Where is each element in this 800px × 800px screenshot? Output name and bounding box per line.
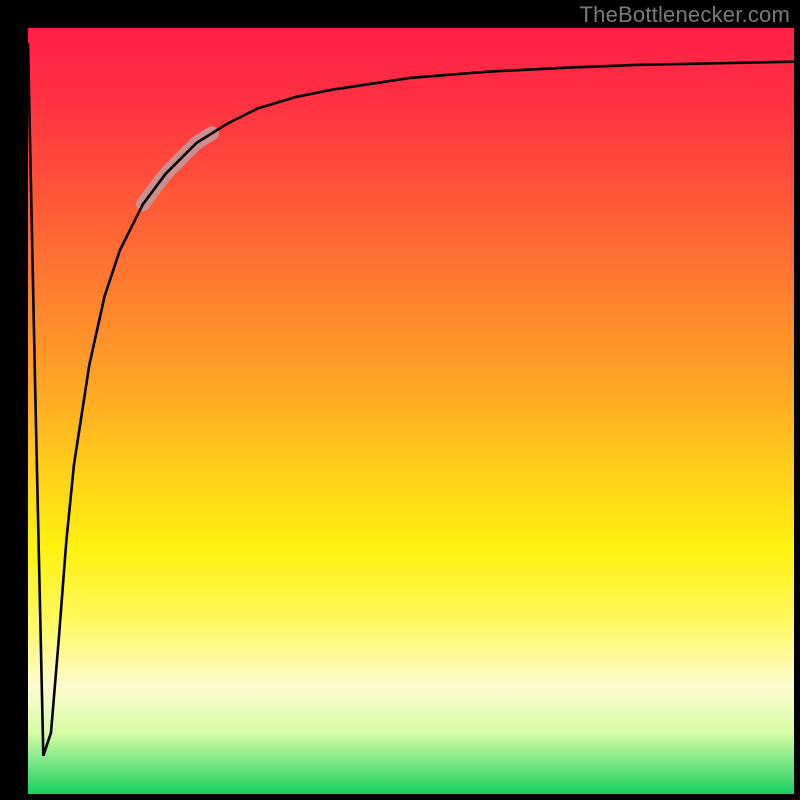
bottleneck-curve-svg (28, 28, 794, 794)
watermark-text: TheBottlenecker.com (580, 2, 790, 28)
bottleneck-curve-path (28, 43, 794, 755)
curve-highlight-segment (143, 133, 212, 204)
chart-container: TheBottlenecker.com (0, 0, 800, 800)
